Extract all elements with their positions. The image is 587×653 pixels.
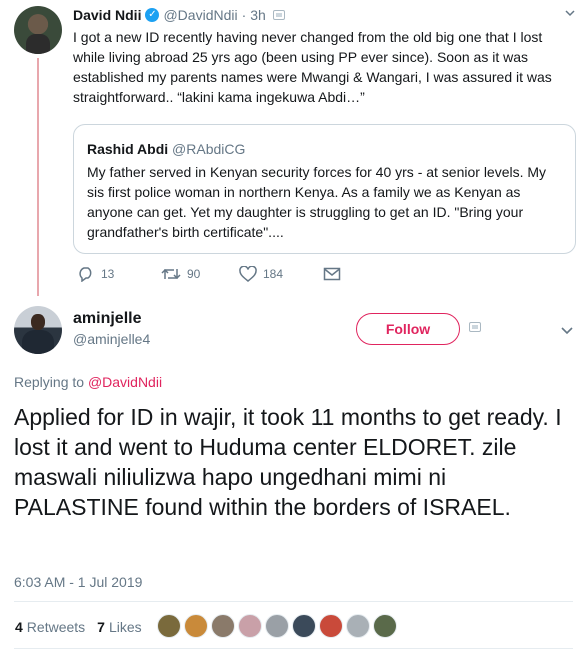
quoted-tweet-header: Rashid Abdi @RAbdiCG — [87, 141, 245, 157]
divider — [14, 601, 573, 602]
replying-to-link[interactable]: @DavidNdii — [88, 374, 162, 390]
retweet-button[interactable]: 90 — [161, 266, 239, 282]
reply-icon — [79, 267, 92, 282]
liker-avatar[interactable] — [265, 614, 289, 638]
divider — [14, 648, 573, 649]
likes-stat[interactable]: 7 Likes — [97, 619, 141, 635]
author-name[interactable]: aminjelle — [73, 310, 141, 328]
likes-label: Likes — [108, 619, 142, 635]
replying-prefix: Replying to — [14, 374, 85, 390]
parent-tweet[interactable]: David Ndii ✓ @DavidNdii · 3h I got a new… — [0, 0, 587, 300]
liker-avatar[interactable] — [319, 614, 343, 638]
thread-line — [37, 58, 39, 296]
quoted-tweet-text: My father served in Kenyan security forc… — [87, 164, 547, 240]
translate-icon[interactable] — [469, 322, 481, 332]
reply-button[interactable]: 13 — [77, 266, 161, 282]
liker-avatar[interactable] — [346, 614, 370, 638]
avatar[interactable] — [14, 6, 62, 54]
liker-avatar[interactable] — [184, 614, 208, 638]
liker-avatar[interactable] — [157, 614, 181, 638]
likes-count: 7 — [97, 619, 105, 635]
liker-avatar[interactable] — [292, 614, 316, 638]
translate-icon[interactable] — [272, 10, 285, 20]
heart-icon — [239, 266, 257, 282]
replying-to: Replying to @DavidNdii — [14, 374, 162, 390]
tweet-timestamp[interactable]: 6:03 AM - 1 Jul 2019 — [14, 574, 142, 590]
quoted-tweet[interactable]: Rashid Abdi @RAbdiCG My father served in… — [73, 124, 576, 254]
liker-avatar[interactable] — [211, 614, 235, 638]
liker-avatars — [157, 614, 397, 638]
author-name[interactable]: David Ndii — [73, 7, 141, 23]
verified-badge-icon: ✓ — [145, 8, 160, 22]
chevron-down-icon[interactable] — [565, 8, 575, 18]
retweet-count: 90 — [187, 267, 201, 281]
retweets-count: 4 — [15, 619, 23, 635]
like-button[interactable]: 184 — [239, 266, 323, 282]
direct-message-button[interactable] — [323, 266, 341, 282]
reply-count: 13 — [101, 267, 115, 281]
tweet-header: David Ndii ✓ @DavidNdii · 3h — [73, 7, 285, 23]
quoted-author-name: Rashid Abdi — [87, 141, 169, 157]
avatar[interactable] — [14, 306, 62, 354]
author-handle[interactable]: @DavidNdii — [163, 7, 237, 23]
tweet-stats: 4 Retweets 7 Likes — [15, 619, 154, 635]
retweet-icon — [161, 268, 181, 280]
liker-avatar[interactable] — [238, 614, 262, 638]
retweets-label: Retweets — [26, 619, 86, 635]
tweet-actions: 13 90 184 — [77, 266, 341, 282]
liker-avatar[interactable] — [373, 614, 397, 638]
separator: · — [241, 7, 247, 23]
quoted-author-handle: @RAbdiCG — [172, 141, 246, 157]
chevron-down-icon[interactable] — [561, 325, 573, 335]
tweet-text: Applied for ID in wajir, it took 11 mont… — [14, 404, 562, 520]
tweet-time[interactable]: 3h — [250, 7, 266, 23]
author-handle[interactable]: @aminjelle4 — [73, 331, 150, 347]
like-count: 184 — [263, 267, 284, 281]
tweet-text: I got a new ID recently having never cha… — [73, 29, 552, 105]
retweets-stat[interactable]: 4 Retweets — [15, 619, 85, 635]
follow-button[interactable]: Follow — [356, 313, 460, 345]
envelope-icon — [323, 267, 341, 281]
